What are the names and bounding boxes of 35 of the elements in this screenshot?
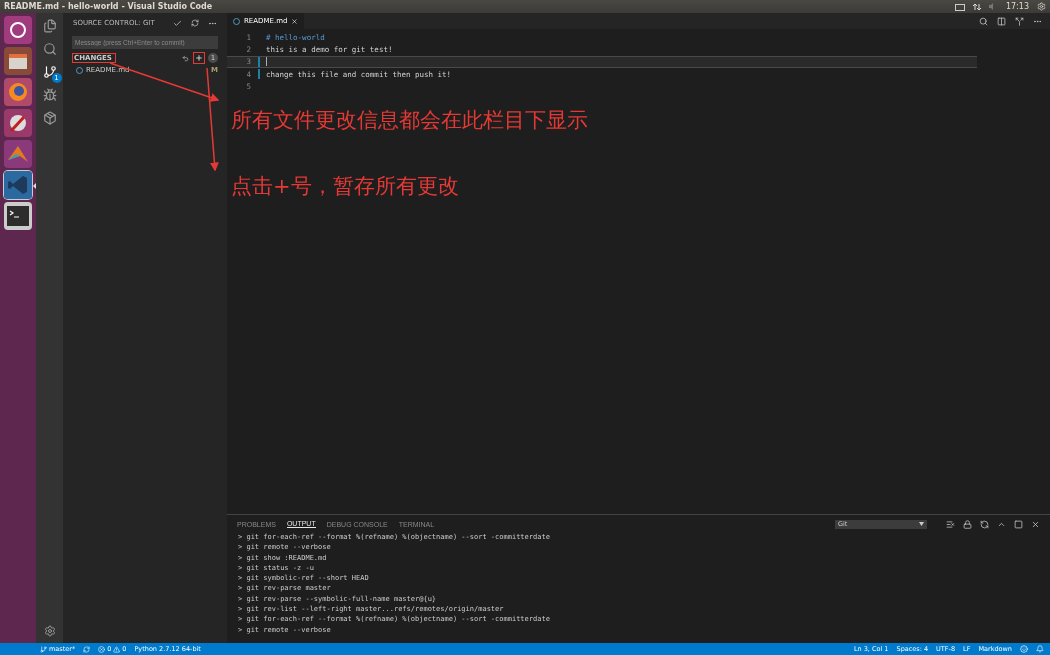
launcher-app-icon[interactable] <box>4 47 32 75</box>
lock-icon[interactable] <box>963 519 972 529</box>
undo-icon <box>182 54 189 62</box>
preview-icon[interactable] <box>997 16 1006 26</box>
bell-icon[interactable] <box>1036 645 1044 653</box>
launcher-app-icon[interactable] <box>4 16 32 44</box>
bug-icon <box>42 88 57 102</box>
clock[interactable]: 17:13 <box>1005 2 1029 11</box>
discard-button[interactable] <box>181 53 190 63</box>
files-icon <box>42 19 57 33</box>
settings-icon[interactable] <box>43 625 56 637</box>
stage-all-button[interactable] <box>193 52 205 64</box>
panel-layout-icon[interactable] <box>1014 519 1023 529</box>
close-icon[interactable] <box>1031 519 1040 529</box>
launcher-app-icon[interactable] <box>4 202 32 230</box>
refresh-icon[interactable] <box>191 19 199 27</box>
smiley-icon[interactable] <box>1020 645 1028 653</box>
check-icon[interactable] <box>173 18 182 28</box>
text-cursor <box>266 57 267 67</box>
window-title: README.md - hello-world - Visual Studio Code <box>4 2 214 11</box>
network-icon[interactable] <box>972 2 981 11</box>
search-icon[interactable] <box>979 16 988 26</box>
dropdown-caret-icon <box>919 522 924 526</box>
refresh-icon[interactable] <box>980 519 989 529</box>
clear-output-icon[interactable] <box>946 519 955 529</box>
launcher-app-icon[interactable] <box>4 109 32 137</box>
annotation-text: 所有文件更改信息都会在此栏目下显示 <box>231 107 588 134</box>
info-icon <box>76 66 83 74</box>
source-control-icon <box>42 65 57 79</box>
plus-icon <box>195 54 203 62</box>
close-icon[interactable] <box>291 17 299 25</box>
extensions-icon <box>42 111 57 125</box>
info-icon <box>233 17 240 25</box>
annotation-text: 点击+号，暂存所有更改 <box>231 173 459 200</box>
search-icon <box>42 42 57 56</box>
